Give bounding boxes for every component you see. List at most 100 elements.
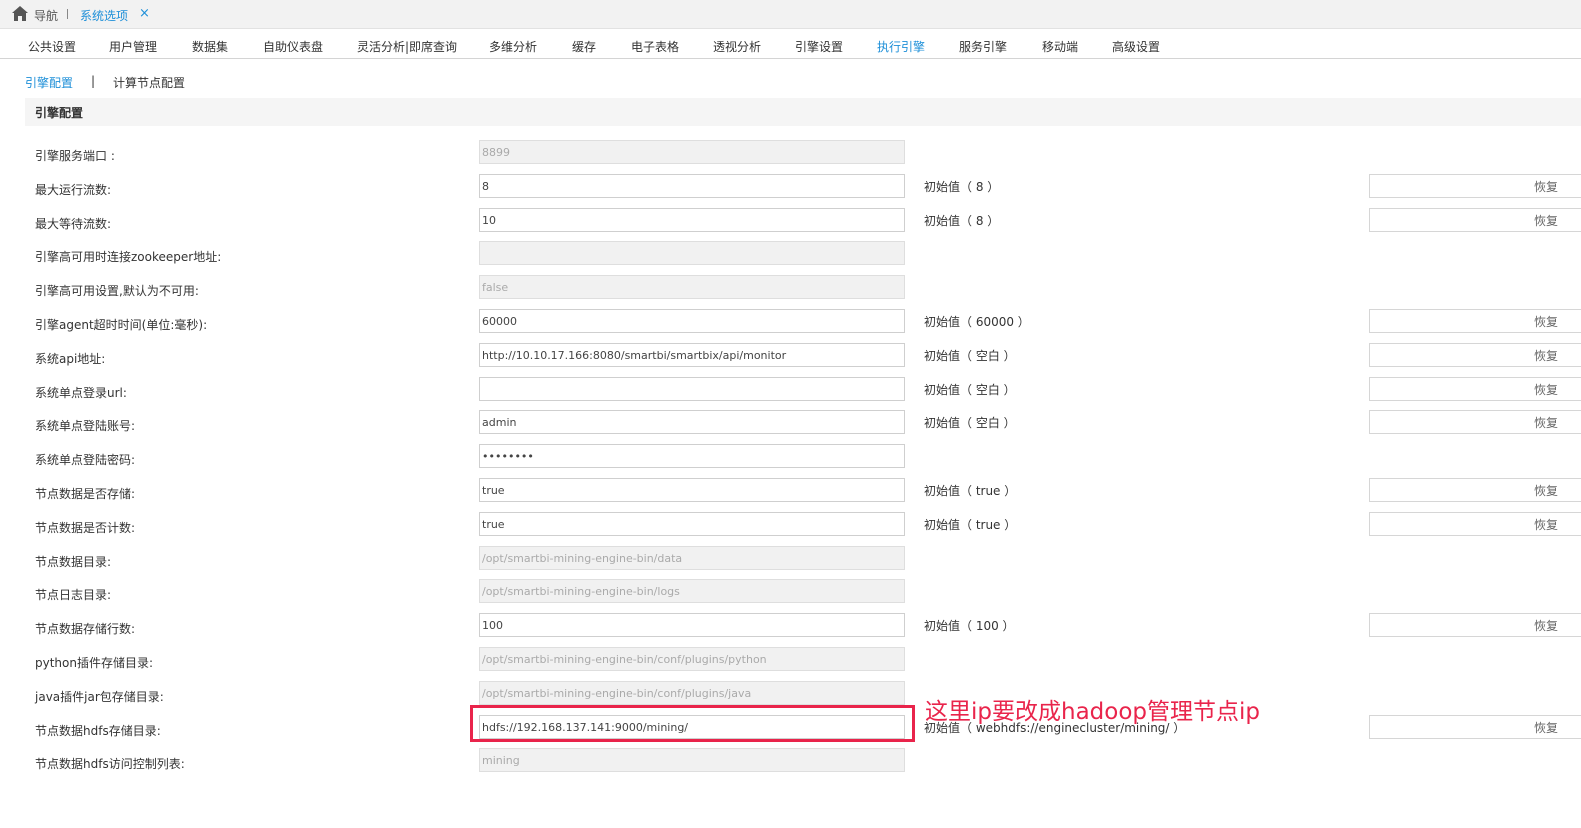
form-row: 节点日志目录:	[0, 579, 1581, 613]
config-input[interactable]	[479, 174, 905, 198]
top-nav-bar: 导航 系统选项 ×	[0, 0, 1581, 29]
initial-value-text: 初始值（ 100 ）	[924, 619, 1015, 633]
field-label: 引擎高可用时连接zookeeper地址:	[35, 250, 222, 264]
config-input[interactable]	[479, 512, 905, 536]
restore-button[interactable]: 恢复	[1369, 377, 1581, 401]
menu-item-common-settings[interactable]: 公共设置	[28, 38, 76, 55]
restore-button[interactable]: 恢复	[1369, 343, 1581, 367]
restore-button[interactable]: 恢复	[1369, 613, 1581, 637]
readonly-field	[479, 681, 905, 705]
menu-item-dataset[interactable]: 数据集	[192, 38, 228, 55]
config-input[interactable]	[479, 208, 905, 232]
restore-button[interactable]: 恢复	[1369, 174, 1581, 198]
field-label: python插件存储目录:	[35, 656, 154, 670]
restore-button[interactable]: 恢复	[1369, 309, 1581, 333]
config-input[interactable]	[479, 410, 905, 434]
field-label: java插件jar包存储目录:	[35, 690, 164, 704]
form-row: 引擎高可用时连接zookeeper地址:	[0, 241, 1581, 275]
field-label: 节点数据hdfs存储目录:	[35, 724, 161, 738]
menu-item-spreadsheet[interactable]: 电子表格	[631, 38, 679, 55]
field-label: 系统api地址:	[35, 352, 106, 366]
config-input[interactable]	[479, 309, 905, 333]
menu-item-olap-analysis[interactable]: 多维分析	[489, 38, 537, 55]
form-row: 节点数据是否存储: 初始值（ true ） 恢复	[0, 478, 1581, 512]
field-label: 引擎高可用设置,默认为不可用:	[35, 284, 199, 298]
config-input[interactable]	[479, 343, 905, 367]
config-input[interactable]	[479, 377, 905, 401]
field-label: 节点数据hdfs访问控制列表:	[35, 757, 185, 771]
tab-system-options[interactable]: 系统选项	[80, 7, 128, 24]
restore-button[interactable]: 恢复	[1369, 478, 1581, 502]
form-row: 系统单点登陆密码:	[0, 444, 1581, 478]
field-label: 系统单点登录url:	[35, 386, 127, 400]
config-input[interactable]	[479, 444, 905, 468]
initial-value-text: 初始值（ true ）	[924, 518, 1017, 532]
form-row: 最大运行流数: 初始值（ 8 ） 恢复	[0, 174, 1581, 208]
initial-value-text: 初始值（ 空白 ）	[924, 349, 1016, 363]
menu-item-flexible-analysis[interactable]: 灵活分析|即席查询	[357, 38, 457, 55]
readonly-field	[479, 241, 905, 265]
form-row: 节点数据目录:	[0, 546, 1581, 580]
form-row: 引擎服务端口 :	[0, 140, 1581, 174]
restore-button[interactable]: 恢复	[1369, 715, 1581, 739]
form-row: 引擎高可用设置,默认为不可用:	[0, 275, 1581, 309]
subtab-engine-config[interactable]: 引擎配置	[25, 74, 73, 91]
section-title: 引擎配置	[35, 106, 84, 120]
form-row: 节点数据存储行数: 初始值（ 100 ） 恢复	[0, 613, 1581, 647]
form-row: python插件存储目录:	[0, 647, 1581, 681]
form-row: 系统api地址: 初始值（ 空白 ） 恢复	[0, 343, 1581, 377]
menu-item-pivot-analysis[interactable]: 透视分析	[713, 38, 761, 55]
form-row: 系统单点登陆账号: 初始值（ 空白 ） 恢复	[0, 410, 1581, 444]
settings-menu-bar: 公共设置 用户管理 数据集 自助仪表盘 灵活分析|即席查询 多维分析 缓存 电子…	[0, 30, 1581, 59]
subtab-compute-node-config[interactable]: 计算节点配置	[113, 74, 185, 91]
initial-value-text: 初始值（ 空白 ）	[924, 416, 1016, 430]
field-label: 节点数据目录:	[35, 555, 112, 569]
initial-value-text: 初始值（ 8 ）	[924, 214, 1000, 228]
nav-label[interactable]: 导航	[34, 7, 58, 24]
field-label: 最大运行流数:	[35, 183, 112, 197]
field-label: 引擎服务端口 :	[35, 149, 115, 163]
home-icon[interactable]	[12, 6, 28, 21]
field-label: 节点数据是否计数:	[35, 521, 136, 535]
close-icon[interactable]: ×	[139, 6, 150, 21]
annotation-highlight-box	[470, 705, 915, 742]
menu-item-execution-engine[interactable]: 执行引擎	[877, 38, 925, 55]
menu-item-user-management[interactable]: 用户管理	[109, 38, 157, 55]
nav-separator	[67, 9, 68, 19]
config-input[interactable]	[479, 478, 905, 502]
form-row: 系统单点登录url: 初始值（ 空白 ） 恢复	[0, 377, 1581, 411]
readonly-field	[479, 579, 905, 603]
initial-value-text: 初始值（ 空白 ）	[924, 383, 1016, 397]
field-label: 系统单点登陆密码:	[35, 453, 136, 467]
restore-button[interactable]: 恢复	[1369, 410, 1581, 434]
subtab-separator: |	[91, 74, 96, 88]
form-row: 节点数据hdfs访问控制列表:	[0, 748, 1581, 782]
field-label: 节点数据存储行数:	[35, 622, 136, 636]
readonly-field	[479, 275, 905, 299]
initial-value-text: 初始值（ true ）	[924, 484, 1017, 498]
readonly-field	[479, 647, 905, 671]
config-input[interactable]	[479, 613, 905, 637]
initial-value-text: 初始值（ 8 ）	[924, 180, 1000, 194]
menu-item-engine-settings[interactable]: 引擎设置	[795, 38, 843, 55]
menu-item-self-dashboard[interactable]: 自助仪表盘	[263, 38, 323, 55]
readonly-field	[479, 140, 905, 164]
menu-item-cache[interactable]: 缓存	[572, 38, 596, 55]
form-row: 节点数据是否计数: 初始值（ true ） 恢复	[0, 512, 1581, 546]
field-label: 节点数据是否存储:	[35, 487, 136, 501]
field-label: 引擎agent超时时间(单位:毫秒):	[35, 318, 208, 332]
field-label: 最大等待流数:	[35, 217, 112, 231]
restore-button[interactable]: 恢复	[1369, 512, 1581, 536]
restore-button[interactable]: 恢复	[1369, 208, 1581, 232]
menu-item-mobile[interactable]: 移动端	[1042, 38, 1078, 55]
form-row: 最大等待流数: 初始值（ 8 ） 恢复	[0, 208, 1581, 242]
field-label: 系统单点登陆账号:	[35, 419, 136, 433]
section-header: 引擎配置	[25, 98, 1581, 126]
annotation-note: 这里ip要改成hadoop管理节点ip	[925, 699, 1260, 725]
readonly-field	[479, 546, 905, 570]
menu-item-service-engine[interactable]: 服务引擎	[959, 38, 1007, 55]
form-row: 引擎agent超时时间(单位:毫秒): 初始值（ 60000 ） 恢复	[0, 309, 1581, 343]
readonly-field	[479, 748, 905, 772]
menu-item-advanced-settings[interactable]: 高级设置	[1112, 38, 1160, 55]
initial-value-text: 初始值（ 60000 ）	[924, 315, 1030, 329]
